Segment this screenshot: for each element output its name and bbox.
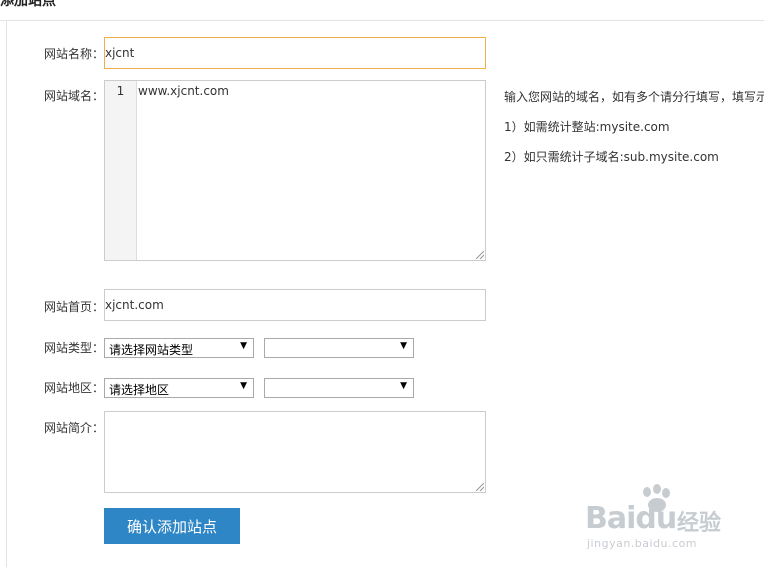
domain-line-text: www.xjcnt.com [138,84,229,98]
watermark-url: jingyan.baidu.com [587,537,698,550]
site-home-input[interactable] [104,289,486,321]
resize-handle-icon[interactable] [476,251,484,259]
domain-help-text: 输入您网站的域名，如有多个请分行填写，填写示 [504,90,764,104]
site-subregion-select[interactable]: ▼ [264,378,414,398]
confirm-add-site-button[interactable]: 确认添加站点 [104,508,240,544]
site-region-label: 网站地区： [44,381,105,395]
panel-border [6,20,7,567]
watermark-brand-part2: du [635,501,677,536]
watermark-product: 经验 [677,511,722,536]
site-home-label: 网站首页： [44,300,105,314]
site-type-label: 网站类型： [44,341,105,355]
resize-handle-icon[interactable] [476,483,484,491]
baidu-jingyan-watermark: Baidu 经验 jingyan.baidu.com [585,483,760,563]
site-type-selected: 请选择网站类型 [109,343,194,357]
site-name-input[interactable] [104,37,486,69]
domain-help-example-2: 2）如只需统计子域名:sub.mysite.com [504,150,719,164]
site-type-select[interactable]: 请选择网站类型 ▼ [104,338,254,358]
watermark-brand: Baidu [585,501,677,536]
site-intro-label: 网站简介： [44,421,105,435]
site-region-select[interactable]: 请选择地区 ▼ [104,378,254,398]
site-domain-editor[interactable]: 1 www.xjcnt.com [104,80,486,261]
line-number: 1 [116,84,125,98]
page-title: 添加站点 [0,0,56,9]
dropdown-arrow-icon: ▼ [240,341,247,351]
site-intro-textarea[interactable] [104,411,486,493]
watermark-brand-part1: Bai [585,501,636,536]
dropdown-arrow-icon: ▼ [400,341,407,351]
domain-help-example-1: 1）如需统计整站:mysite.com [504,120,670,134]
dropdown-arrow-icon: ▼ [240,381,247,391]
line-number-gutter: 1 [105,81,137,260]
header-divider [0,20,764,21]
site-subtype-select[interactable]: ▼ [264,338,414,358]
site-domain-label: 网站域名： [44,89,105,103]
dropdown-arrow-icon: ▼ [400,381,407,391]
site-name-label: 网站名称： [44,47,105,61]
site-region-selected: 请选择地区 [109,383,170,397]
